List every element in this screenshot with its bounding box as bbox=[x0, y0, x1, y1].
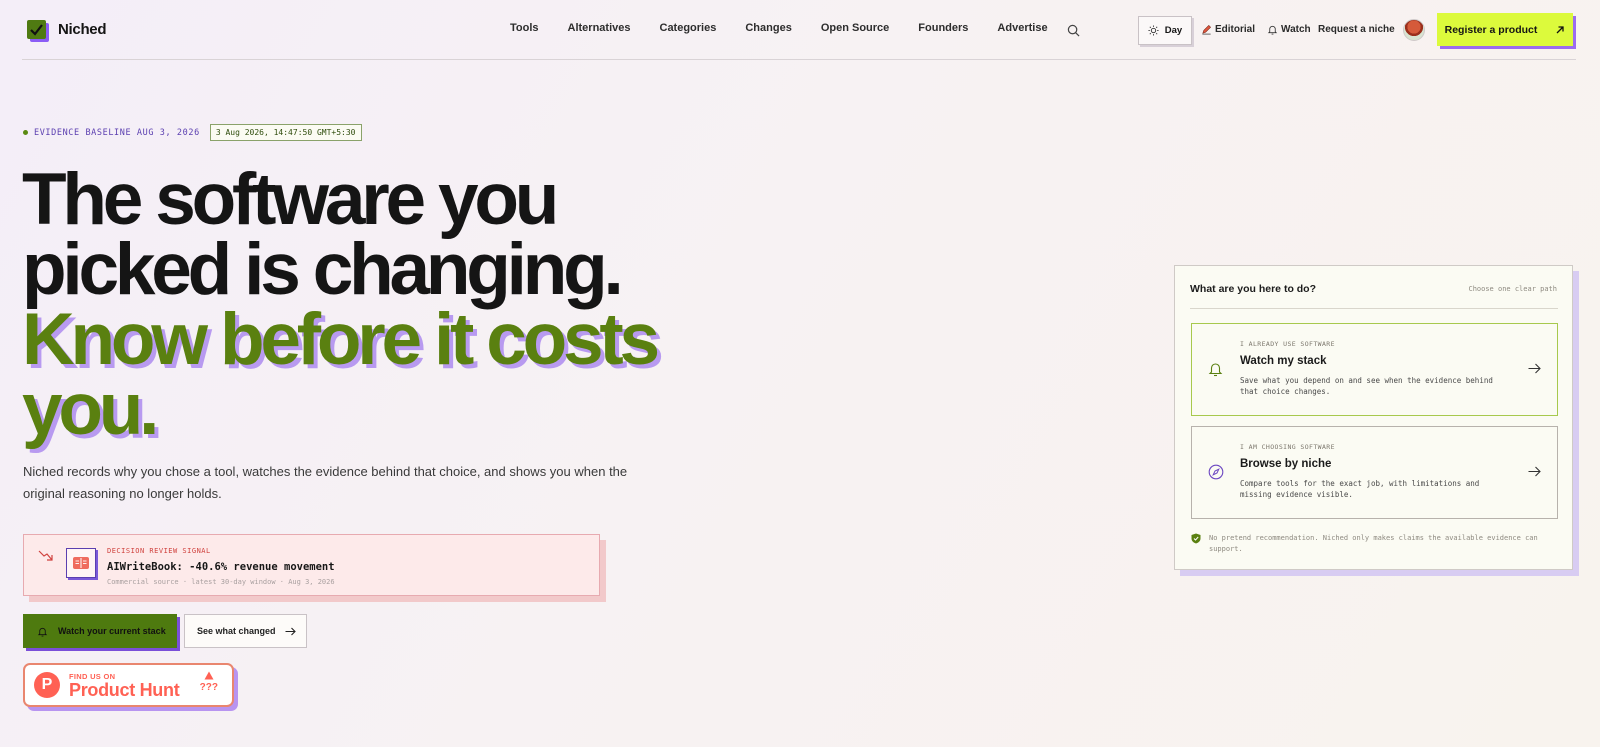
option-watch-stack[interactable]: I ALREADY USE SOFTWARE Watch my stack Sa… bbox=[1191, 323, 1558, 416]
pencil-icon bbox=[1202, 24, 1212, 35]
product-hunt-text: FIND US ON Product Hunt bbox=[69, 672, 180, 700]
nav-link-tools[interactable]: Tools bbox=[510, 22, 539, 34]
arrow-up-right-icon bbox=[1556, 25, 1565, 33]
signal-meta: Commercial source · latest 30-day window… bbox=[107, 578, 335, 586]
sun-icon bbox=[1148, 25, 1159, 36]
nav-divider bbox=[22, 59, 1576, 60]
upvote-triangle-icon bbox=[204, 671, 214, 680]
theme-toggle-button[interactable]: Day bbox=[1138, 16, 1192, 45]
nav-link-alternatives[interactable]: Alternatives bbox=[568, 22, 631, 34]
option-kicker: I AM CHOOSING SOFTWARE bbox=[1240, 443, 1335, 451]
nav-link-categories[interactable]: Categories bbox=[660, 22, 717, 34]
trend-down-icon bbox=[38, 550, 53, 561]
bell-icon bbox=[1267, 25, 1278, 35]
option-browse-niche[interactable]: I AM CHOOSING SOFTWARE Browse by niche C… bbox=[1191, 426, 1558, 519]
request-niche-label: Request a niche bbox=[1318, 24, 1395, 35]
option-title: Watch my stack bbox=[1240, 355, 1327, 367]
option-kicker: I ALREADY USE SOFTWARE bbox=[1240, 340, 1335, 348]
hero-lead: Niched records why you chose a tool, wat… bbox=[23, 464, 628, 501]
theme-toggle-label: Day bbox=[1164, 25, 1183, 36]
panel-title: What are you here to do? bbox=[1190, 283, 1317, 295]
option-title: Browse by niche bbox=[1240, 458, 1332, 470]
nav-link-open-source[interactable]: Open Source bbox=[821, 22, 889, 34]
signal-title: AIWriteBook: -40.6% revenue movement bbox=[107, 561, 335, 573]
headline-line-3: Know before it costs bbox=[22, 299, 660, 380]
nav-links: Tools Alternatives Categories Changes Op… bbox=[510, 22, 1077, 34]
headline-line-2: picked is changing. bbox=[22, 229, 624, 310]
shield-check-icon bbox=[1191, 533, 1201, 544]
option-description: Compare tools for the exact job, with li… bbox=[1240, 479, 1480, 499]
nav-link-founders[interactable]: Founders bbox=[918, 22, 968, 34]
watch-label: Watch bbox=[1281, 24, 1311, 35]
nav-link-changes[interactable]: Changes bbox=[745, 22, 791, 34]
upvote-count: ??? bbox=[200, 671, 218, 695]
nav-link-advertise[interactable]: Advertise bbox=[997, 22, 1047, 34]
hero-headline: The software you picked is changing. Kno… bbox=[22, 159, 782, 450]
bell-icon bbox=[1208, 363, 1223, 377]
path-chooser-panel: What are you here to do? Choose one clea… bbox=[1174, 265, 1573, 570]
product-hunt-badge[interactable]: P FIND US ON Product Hunt ??? bbox=[23, 663, 234, 707]
editorial-label: Editorial bbox=[1215, 24, 1256, 35]
evidence-baseline: EVIDENCE BASELINE AUG 3, 2026 3 Aug 2026… bbox=[23, 124, 362, 141]
headline-line-4: you. bbox=[22, 369, 159, 450]
book-icon bbox=[66, 548, 96, 578]
request-niche-link[interactable]: Request a niche bbox=[1318, 24, 1395, 35]
avatar[interactable] bbox=[1403, 19, 1425, 41]
editorial-link[interactable]: Editorial bbox=[1201, 24, 1255, 35]
panel-divider bbox=[1190, 308, 1558, 309]
register-product-button[interactable]: Register a product bbox=[1437, 13, 1573, 46]
upvote-value: ??? bbox=[199, 682, 218, 693]
decision-signal-card[interactable]: DECISION REVIEW SIGNAL AIWriteBook: -40.… bbox=[23, 534, 600, 596]
panel-hint: Choose one clear path bbox=[1468, 285, 1557, 293]
arrow-right-icon bbox=[1528, 466, 1541, 477]
headline-line-1: The software you bbox=[22, 159, 559, 240]
panel-disclaimer: No pretend recommendation. Niched only m… bbox=[1191, 533, 1546, 555]
see-what-changed-button[interactable]: See what changed bbox=[184, 614, 307, 648]
baseline-label: EVIDENCE BASELINE AUG 3, 2026 bbox=[34, 127, 200, 138]
bell-icon bbox=[37, 627, 48, 636]
arrow-right-icon bbox=[285, 627, 296, 635]
brand-name: Niched bbox=[58, 21, 107, 38]
checkmark-icon bbox=[27, 20, 46, 39]
brand-logo[interactable]: Niched bbox=[27, 20, 107, 39]
product-hunt-logo: P bbox=[34, 672, 60, 698]
watch-stack-label: Watch your current stack bbox=[58, 626, 166, 636]
option-description: Save what you depend on and see when the… bbox=[1240, 376, 1493, 396]
watch-stack-button[interactable]: Watch your current stack bbox=[23, 614, 177, 648]
search-icon[interactable] bbox=[1067, 24, 1080, 37]
timestamp-badge: 3 Aug 2026, 14:47:50 GMT+5:30 bbox=[209, 124, 362, 141]
status-dot bbox=[23, 130, 28, 135]
compass-icon bbox=[1208, 464, 1224, 480]
register-product-label: Register a product bbox=[1444, 23, 1538, 36]
watch-link[interactable]: Watch bbox=[1267, 24, 1311, 35]
arrow-right-icon bbox=[1528, 363, 1541, 374]
see-what-changed-label: See what changed bbox=[197, 626, 276, 636]
top-nav: Niched Tools Alternatives Categories Cha… bbox=[0, 0, 1600, 60]
panel-disclaimer-text: No pretend recommendation. Niched only m… bbox=[1209, 534, 1538, 553]
product-hunt-name: Product Hunt bbox=[69, 679, 180, 700]
signal-kicker: DECISION REVIEW SIGNAL bbox=[107, 547, 211, 555]
